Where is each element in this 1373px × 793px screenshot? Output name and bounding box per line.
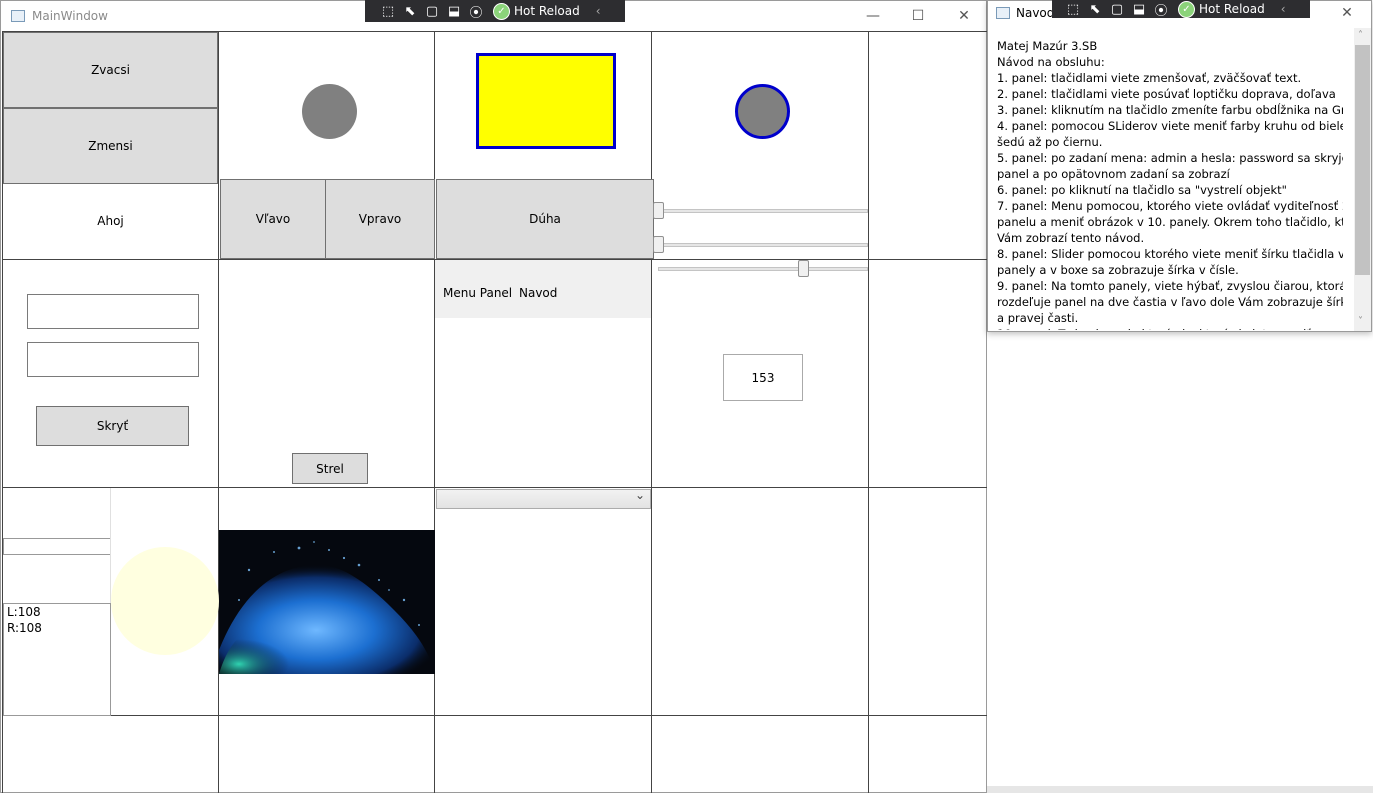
menu-item-navod[interactable]: Navod <box>519 286 557 300</box>
navod-line: rozdeľuje panel na dve častia v ľavo dol… <box>997 295 1343 309</box>
select-element-icon[interactable]: ⬚ <box>377 0 399 22</box>
navod-line: 9. panel: Na tomto panely, viete hýbať, … <box>997 279 1343 293</box>
pointer-icon[interactable]: ⬉ <box>399 0 421 22</box>
navod-line: 3. panel: kliknutím na tlačidlo zmeníte … <box>997 103 1343 117</box>
navod-close-button[interactable]: ✕ <box>1324 1 1370 25</box>
grid-line <box>651 31 652 793</box>
slider-thumb-2[interactable] <box>653 236 664 253</box>
navod-line: panelu a meniť obrázok v 10. panely. Okr… <box>997 215 1343 229</box>
splitter-top-input[interactable] <box>3 538 111 555</box>
navod-line: a pravej časti. <box>997 311 1079 325</box>
menu-item-menu-panel[interactable]: Menu Panel <box>443 286 512 300</box>
width-slider-track[interactable] <box>658 267 868 271</box>
grid-line <box>2 715 987 716</box>
width-value-box: 153 <box>723 354 803 401</box>
track-focus-icon[interactable]: ⬓ <box>1128 0 1150 18</box>
navod-line: 5. panel: po zadaní mena: admin a hesla:… <box>997 151 1343 165</box>
width-slider-thumb[interactable] <box>798 260 809 277</box>
navod-line: 10. panel: Tu je obrazok, ktorý ako ktor… <box>997 326 1343 330</box>
navod-text: Matej Mazúr 3.SB Návod na obsluhu: 1. pane… <box>997 38 1343 330</box>
enlarge-button[interactable]: Zvacsi <box>3 32 218 108</box>
slider-track-2[interactable] <box>658 243 868 247</box>
color-circle <box>735 84 790 139</box>
combo-box[interactable]: ⌄ <box>436 488 651 509</box>
move-right-button[interactable]: Vpravo <box>325 179 435 259</box>
collapse-toolbar-icon[interactable]: ‹ <box>596 4 601 18</box>
main-window: MainWindow — ☐ ✕ Zvacsi Zmensi Ahoj Vľav… <box>0 0 987 793</box>
navod-line: Návod na obsluhu: <box>997 55 1105 69</box>
password-input[interactable] <box>27 342 199 377</box>
move-left-button[interactable]: Vľavo <box>220 179 326 259</box>
navod-text-area: Matej Mazúr 3.SB Návod na obsluhu: 1. pane… <box>997 38 1343 330</box>
navod-hot-reload-toolbar: ⬚ ⬉ ▢ ⬓ ⦿ ✓ Hot Reload ‹ <box>1052 0 1310 19</box>
grid-line <box>434 31 435 793</box>
pointer-icon[interactable]: ⬉ <box>1084 0 1106 18</box>
scrollbar[interactable]: ˄ ˅ <box>1354 28 1371 331</box>
hot-reload-check-icon: ✓ <box>493 2 510 20</box>
scroll-thumb[interactable] <box>1355 45 1370 275</box>
color-rectangle <box>476 53 616 149</box>
navod-line: panel a po opätovnom zadaní sa zobrazí <box>997 167 1230 181</box>
hot-reload-label[interactable]: Hot Reload <box>1199 2 1265 16</box>
grid-line <box>868 31 869 793</box>
navod-line: Matej Mazúr 3.SB <box>997 39 1098 53</box>
collapse-toolbar-icon[interactable]: ‹ <box>1281 2 1286 16</box>
navod-line: 2. panel: tlačidlami viete posúvať lopti… <box>997 87 1336 101</box>
navod-line: 7. panel: Menu pomocou, ktorého viete ov… <box>997 199 1343 213</box>
ball-circle <box>302 84 357 139</box>
navod-line: panely a v boxe sa zobrazuje šírka v čís… <box>997 263 1239 277</box>
layout-adorner-icon[interactable]: ▢ <box>1106 0 1128 18</box>
navod-title: Navod <box>1016 6 1055 20</box>
hide-button[interactable]: Skryť <box>36 406 189 446</box>
chevron-down-icon: ⌄ <box>634 488 645 502</box>
select-element-icon[interactable]: ⬚ <box>1062 0 1084 18</box>
slider-thumb-1[interactable] <box>653 202 664 219</box>
username-input[interactable] <box>27 294 199 329</box>
grid-line <box>218 31 219 793</box>
navod-window: Navod ✕ Matej Mazúr 3.SB Návod na obsluhu… <box>987 0 1372 332</box>
minimize-button[interactable]: — <box>850 1 896 31</box>
app-icon <box>11 10 25 22</box>
navod-line: 1. panel: tlačidlami viete zmenšovať, zv… <box>997 71 1302 85</box>
slider-track-1[interactable] <box>658 209 868 213</box>
scroll-up-icon[interactable]: ˄ <box>1358 30 1363 41</box>
powder-splash-graphic <box>219 530 435 674</box>
desktop-bottom-strip <box>987 786 1373 793</box>
app-icon <box>996 7 1010 19</box>
rainbow-button[interactable]: Dúha <box>436 179 654 259</box>
close-button[interactable]: ✕ <box>941 1 987 31</box>
yellow-circle <box>111 547 219 655</box>
scroll-down-icon[interactable]: ˅ <box>1358 316 1363 327</box>
grid-line <box>2 487 987 488</box>
navod-line: šedú až po čiernu. <box>997 135 1103 149</box>
greeting-text: Ahoj <box>97 214 124 228</box>
navod-line: Vám zobrazí tento návod. <box>997 231 1145 245</box>
layout-adorner-icon[interactable]: ▢ <box>421 0 443 22</box>
binding-failures-icon[interactable]: ⦿ <box>465 0 487 22</box>
blue-powder-image <box>219 530 435 674</box>
navod-line: 6. panel: po kliknutí na tlačidlo sa "vy… <box>997 183 1287 197</box>
maximize-button[interactable]: ☐ <box>895 1 941 31</box>
window-title: MainWindow <box>32 9 108 23</box>
width-info-box: L:108 R:108 <box>3 603 111 716</box>
hot-reload-label[interactable]: Hot Reload <box>514 4 580 18</box>
shrink-button[interactable]: Zmensi <box>3 108 218 184</box>
hot-reload-toolbar: ⬚ ⬉ ▢ ⬓ ⦿ ✓ Hot Reload ‹ <box>365 0 625 22</box>
binding-failures-icon[interactable]: ⦿ <box>1150 0 1172 19</box>
track-focus-icon[interactable]: ⬓ <box>443 0 465 22</box>
hot-reload-check-icon: ✓ <box>1178 0 1195 18</box>
navod-line: 8. panel: Slider pomocou ktorého viete m… <box>997 247 1343 261</box>
left-width-text: L:108 <box>7 605 41 619</box>
shoot-button[interactable]: Strel <box>292 453 368 484</box>
right-width-text: R:108 <box>7 621 42 635</box>
navod-line: 4. panel: pomocou SLiderov viete meniť f… <box>997 119 1343 133</box>
